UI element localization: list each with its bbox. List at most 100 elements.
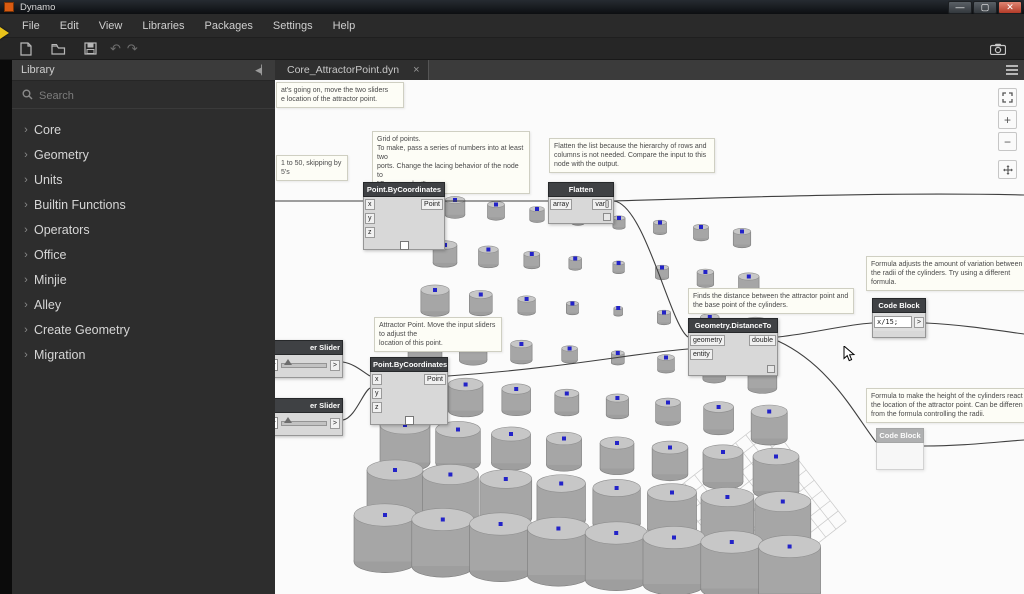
input-port-y[interactable]: y bbox=[365, 213, 375, 224]
slider-value-field[interactable] bbox=[275, 359, 278, 371]
output-port[interactable]: > bbox=[914, 317, 924, 328]
wire[interactable] bbox=[614, 194, 1024, 201]
input-port-z[interactable]: z bbox=[365, 227, 375, 238]
close-button[interactable]: ✕ bbox=[998, 1, 1022, 14]
preview-checkbox[interactable] bbox=[400, 241, 409, 250]
node-code-block-dimmed[interactable]: Code Block bbox=[876, 428, 924, 470]
sidebar-item-operators[interactable]: ›Operators bbox=[12, 217, 275, 242]
chevron-right-icon: › bbox=[18, 224, 34, 236]
slider-track[interactable] bbox=[281, 421, 327, 426]
note-range[interactable]: 1 to 50, skipping by 5's bbox=[276, 155, 348, 181]
chevron-right-icon: › bbox=[18, 149, 34, 161]
zoom-in-button[interactable]: + bbox=[998, 110, 1017, 129]
zoom-out-button[interactable]: − bbox=[998, 132, 1017, 151]
output-port-point[interactable]: Point bbox=[421, 199, 443, 210]
output-port[interactable]: > bbox=[330, 360, 340, 371]
input-port-geometry[interactable]: geometry bbox=[690, 335, 725, 346]
input-port-x[interactable]: x bbox=[365, 199, 375, 210]
node-geometry-distanceto[interactable]: Geometry.DistanceTo geometrydouble entit… bbox=[688, 318, 778, 376]
menu-packages[interactable]: Packages bbox=[195, 16, 263, 36]
wire[interactable] bbox=[778, 323, 872, 337]
pan-button[interactable] bbox=[998, 160, 1017, 179]
search-placeholder: Search bbox=[39, 90, 74, 102]
slider-value-field[interactable] bbox=[275, 417, 278, 429]
wire[interactable] bbox=[926, 323, 1024, 334]
output-port-var[interactable]: var[] bbox=[592, 199, 612, 210]
slider-handle[interactable] bbox=[284, 417, 292, 423]
note-formula-radii[interactable]: Formula adjusts the amount of variation … bbox=[866, 256, 1024, 291]
menu-file[interactable]: File bbox=[12, 16, 50, 36]
wire[interactable] bbox=[343, 388, 370, 420]
graph-canvas[interactable]: at's going on, move the two sliders e lo… bbox=[275, 80, 1024, 594]
code-block-expression[interactable]: x/15; bbox=[874, 316, 912, 328]
node-code-block[interactable]: Code Block x/15; > bbox=[872, 298, 926, 338]
wire[interactable] bbox=[924, 440, 1024, 446]
node-point-by-coordinates-2[interactable]: Point.ByCoordinates x Point y z bbox=[370, 357, 448, 425]
note-finds-distance[interactable]: Finds the distance between the attractor… bbox=[688, 288, 854, 314]
sidebar-item-migration[interactable]: ›Migration bbox=[12, 342, 275, 367]
sidebar-item-builtin-functions[interactable]: ›Builtin Functions bbox=[12, 192, 275, 217]
sidebar-item-create-geometry[interactable]: ›Create Geometry bbox=[12, 317, 275, 342]
note-intro[interactable]: at's going on, move the two sliders e lo… bbox=[276, 82, 404, 108]
menu-edit[interactable]: Edit bbox=[50, 16, 89, 36]
titlebar[interactable]: Dynamo — ▢ ✕ bbox=[0, 0, 1024, 14]
export-image-button[interactable] bbox=[986, 40, 1010, 58]
output-port-point[interactable]: Point bbox=[424, 374, 446, 385]
output-port[interactable]: > bbox=[330, 418, 340, 429]
search-icon bbox=[22, 87, 33, 105]
dynamo-window: Dynamo — ▢ ✕ File Edit View Libraries Pa… bbox=[0, 0, 1024, 594]
tab-bar: Core_AttractorPoint.dyn × bbox=[275, 60, 1024, 80]
node-title: Point.ByCoordinates bbox=[370, 357, 448, 372]
input-port-x[interactable]: x bbox=[372, 374, 382, 385]
sidebar-item-alley[interactable]: ›Alley bbox=[12, 292, 275, 317]
node-flatten[interactable]: Flatten arrayvar[] bbox=[548, 182, 614, 224]
collapse-panel-icon[interactable]: ◀▏ bbox=[255, 65, 275, 76]
canvas-controls: + − bbox=[998, 88, 1017, 179]
menu-libraries[interactable]: Libraries bbox=[132, 16, 194, 36]
toolbar: ↶ ↷ bbox=[0, 38, 1024, 60]
redo-button[interactable]: ↷ bbox=[127, 41, 138, 57]
sidebar-item-units[interactable]: ›Units bbox=[12, 167, 275, 192]
tab-core-attractorpoint[interactable]: Core_AttractorPoint.dyn × bbox=[275, 60, 429, 80]
sidebar-item-office[interactable]: ›Office bbox=[12, 242, 275, 267]
note-attractor-point[interactable]: Attractor Point. Move the input sliders … bbox=[374, 317, 502, 352]
wire[interactable] bbox=[343, 362, 370, 376]
menu-settings[interactable]: Settings bbox=[263, 16, 323, 36]
zoom-fit-icon bbox=[1002, 92, 1013, 103]
input-port-entity[interactable]: entity bbox=[690, 349, 713, 360]
open-button[interactable] bbox=[46, 40, 70, 58]
slider-handle[interactable] bbox=[284, 359, 292, 365]
library-search[interactable]: Search bbox=[12, 84, 275, 109]
menu-help[interactable]: Help bbox=[323, 16, 366, 36]
menu-view[interactable]: View bbox=[89, 16, 133, 36]
new-file-button[interactable] bbox=[14, 40, 38, 58]
note-flatten[interactable]: Flatten the list because the hierarchy o… bbox=[549, 138, 715, 173]
sidebar-item-core[interactable]: ›Core bbox=[12, 117, 275, 142]
lacing-icon[interactable] bbox=[767, 365, 775, 373]
wire[interactable] bbox=[778, 341, 876, 442]
tab-close-icon[interactable]: × bbox=[413, 64, 419, 76]
note-formula-height[interactable]: Formula to make the height of the cylind… bbox=[866, 388, 1024, 423]
input-port-array[interactable]: array bbox=[550, 199, 572, 210]
node-number-slider-2[interactable]: er Slider > bbox=[275, 398, 343, 436]
input-port-z[interactable]: z bbox=[372, 402, 382, 413]
maximize-button[interactable]: ▢ bbox=[973, 1, 997, 14]
output-port-double[interactable]: double bbox=[749, 335, 776, 346]
preview-checkbox[interactable] bbox=[405, 416, 414, 425]
save-button[interactable] bbox=[78, 40, 102, 58]
undo-button[interactable]: ↶ bbox=[110, 41, 121, 57]
workspace-menu-icon[interactable] bbox=[1006, 65, 1018, 77]
sidebar-item-minjie[interactable]: ›Minjie bbox=[12, 267, 275, 292]
chevron-right-icon: › bbox=[18, 174, 34, 186]
node-point-by-coordinates-1[interactable]: Point.ByCoordinates xPoint y z bbox=[363, 182, 445, 250]
node-number-slider-1[interactable]: er Slider > bbox=[275, 340, 343, 378]
lacing-icon[interactable] bbox=[603, 213, 611, 221]
chevron-right-icon: › bbox=[18, 274, 34, 286]
slider-track[interactable] bbox=[281, 363, 327, 368]
zoom-fit-button[interactable] bbox=[998, 88, 1017, 107]
sidebar-item-geometry[interactable]: ›Geometry bbox=[12, 142, 275, 167]
chevron-right-icon: › bbox=[18, 299, 34, 311]
input-port-y[interactable]: y bbox=[372, 388, 382, 399]
node-title: er Slider bbox=[275, 398, 343, 413]
minimize-button[interactable]: — bbox=[948, 1, 972, 14]
